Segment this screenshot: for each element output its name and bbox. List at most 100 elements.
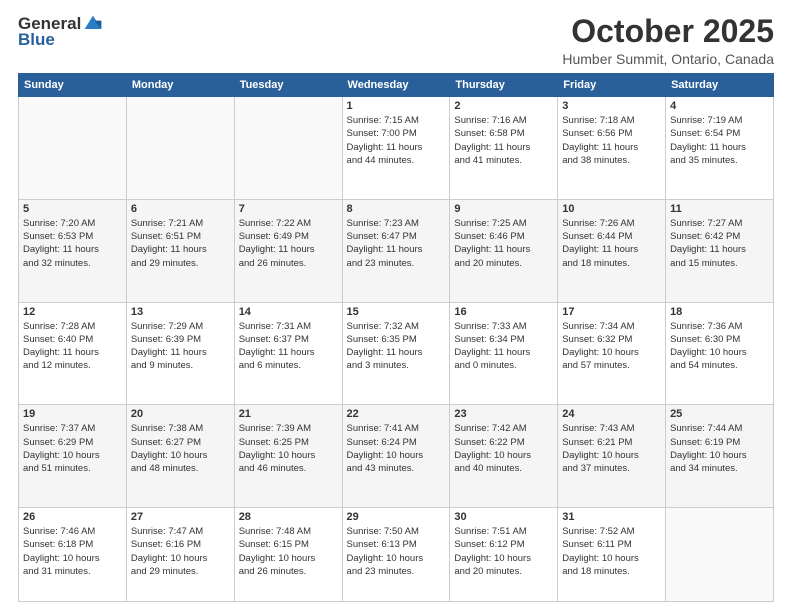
day-info: Sunrise: 7:21 AM Sunset: 6:51 PM Dayligh… — [131, 217, 230, 270]
day-info: Sunrise: 7:27 AM Sunset: 6:42 PM Dayligh… — [670, 217, 769, 270]
day-number: 22 — [347, 408, 446, 420]
day-number: 13 — [131, 306, 230, 318]
logo-icon — [83, 14, 103, 34]
day-info: Sunrise: 7:44 AM Sunset: 6:19 PM Dayligh… — [670, 422, 769, 475]
table-row: 2 Sunrise: 7:16 AM Sunset: 6:58 PM Daylig… — [450, 97, 558, 200]
day-number: 31 — [562, 511, 661, 523]
col-friday: Friday — [558, 74, 666, 97]
day-info: Sunrise: 7:15 AM Sunset: 7:00 PM Dayligh… — [347, 114, 446, 167]
day-info: Sunrise: 7:25 AM Sunset: 6:46 PM Dayligh… — [454, 217, 553, 270]
day-info: Sunrise: 7:18 AM Sunset: 6:56 PM Dayligh… — [562, 114, 661, 167]
table-row: 16 Sunrise: 7:33 AM Sunset: 6:34 PM Dayli… — [450, 302, 558, 405]
day-number: 20 — [131, 408, 230, 420]
day-number: 1 — [347, 100, 446, 112]
day-number: 9 — [454, 203, 553, 215]
day-number: 19 — [23, 408, 122, 420]
table-row: 28 Sunrise: 7:48 AM Sunset: 6:15 PM Dayli… — [234, 508, 342, 602]
day-info: Sunrise: 7:20 AM Sunset: 6:53 PM Dayligh… — [23, 217, 122, 270]
col-monday: Monday — [126, 74, 234, 97]
day-info: Sunrise: 7:50 AM Sunset: 6:13 PM Dayligh… — [347, 525, 446, 578]
day-info: Sunrise: 7:31 AM Sunset: 6:37 PM Dayligh… — [239, 320, 338, 373]
table-row: 11 Sunrise: 7:27 AM Sunset: 6:42 PM Dayli… — [666, 199, 774, 302]
col-saturday: Saturday — [666, 74, 774, 97]
day-info: Sunrise: 7:16 AM Sunset: 6:58 PM Dayligh… — [454, 114, 553, 167]
table-row: 3 Sunrise: 7:18 AM Sunset: 6:56 PM Daylig… — [558, 97, 666, 200]
table-row: 1 Sunrise: 7:15 AM Sunset: 7:00 PM Daylig… — [342, 97, 450, 200]
table-row: 10Sunrise: 7:26 AM Sunset: 6:44 PM Dayli… — [558, 199, 666, 302]
table-row: 17 Sunrise: 7:34 AM Sunset: 6:32 PM Dayli… — [558, 302, 666, 405]
day-number: 28 — [239, 511, 338, 523]
day-number: 6 — [131, 203, 230, 215]
calendar-header-row: Sunday Monday Tuesday Wednesday Thursday… — [19, 74, 774, 97]
col-wednesday: Wednesday — [342, 74, 450, 97]
table-row: 29 Sunrise: 7:50 AM Sunset: 6:13 PM Dayli… — [342, 508, 450, 602]
day-info: Sunrise: 7:52 AM Sunset: 6:11 PM Dayligh… — [562, 525, 661, 578]
logo-blue-text: Blue — [18, 30, 55, 50]
table-row: 9 Sunrise: 7:25 AM Sunset: 6:46 PM Daylig… — [450, 199, 558, 302]
day-info: Sunrise: 7:23 AM Sunset: 6:47 PM Dayligh… — [347, 217, 446, 270]
day-number: 23 — [454, 408, 553, 420]
day-number: 18 — [670, 306, 769, 318]
day-number: 30 — [454, 511, 553, 523]
col-tuesday: Tuesday — [234, 74, 342, 97]
table-row: 8Sunrise: 7:23 AM Sunset: 6:47 PM Daylig… — [342, 199, 450, 302]
day-info: Sunrise: 7:29 AM Sunset: 6:39 PM Dayligh… — [131, 320, 230, 373]
table-row — [19, 97, 127, 200]
day-info: Sunrise: 7:37 AM Sunset: 6:29 PM Dayligh… — [23, 422, 122, 475]
day-number: 17 — [562, 306, 661, 318]
day-number: 27 — [131, 511, 230, 523]
day-number: 25 — [670, 408, 769, 420]
day-info: Sunrise: 7:33 AM Sunset: 6:34 PM Dayligh… — [454, 320, 553, 373]
day-info: Sunrise: 7:19 AM Sunset: 6:54 PM Dayligh… — [670, 114, 769, 167]
day-number: 26 — [23, 511, 122, 523]
day-number: 16 — [454, 306, 553, 318]
day-number: 12 — [23, 306, 122, 318]
col-sunday: Sunday — [19, 74, 127, 97]
table-row: 5 Sunrise: 7:20 AM Sunset: 6:53 PM Daylig… — [19, 199, 127, 302]
table-row: 12 Sunrise: 7:28 AM Sunset: 6:40 PM Dayli… — [19, 302, 127, 405]
day-number: 4 — [670, 100, 769, 112]
table-row: 4 Sunrise: 7:19 AM Sunset: 6:54 PM Daylig… — [666, 97, 774, 200]
table-row: 24 Sunrise: 7:43 AM Sunset: 6:21 PM Dayli… — [558, 405, 666, 508]
day-number: 2 — [454, 100, 553, 112]
day-info: Sunrise: 7:34 AM Sunset: 6:32 PM Dayligh… — [562, 320, 661, 373]
table-row: 25 Sunrise: 7:44 AM Sunset: 6:19 PM Dayli… — [666, 405, 774, 508]
table-row: 22 Sunrise: 7:41 AM Sunset: 6:24 PM Dayli… — [342, 405, 450, 508]
day-number: 24 — [562, 408, 661, 420]
day-info: Sunrise: 7:32 AM Sunset: 6:35 PM Dayligh… — [347, 320, 446, 373]
col-thursday: Thursday — [450, 74, 558, 97]
day-number: 14 — [239, 306, 338, 318]
header: General Blue October 2025 Humber Summit,… — [18, 14, 774, 67]
day-info: Sunrise: 7:46 AM Sunset: 6:18 PM Dayligh… — [23, 525, 122, 578]
table-row: 6 Sunrise: 7:21 AM Sunset: 6:51 PM Daylig… — [126, 199, 234, 302]
day-info: Sunrise: 7:28 AM Sunset: 6:40 PM Dayligh… — [23, 320, 122, 373]
day-number: 29 — [347, 511, 446, 523]
month-title: October 2025 — [562, 14, 774, 49]
table-row: 27 Sunrise: 7:47 AM Sunset: 6:16 PM Dayli… — [126, 508, 234, 602]
table-row: 20 Sunrise: 7:38 AM Sunset: 6:27 PM Dayli… — [126, 405, 234, 508]
table-row: 13 Sunrise: 7:29 AM Sunset: 6:39 PM Dayli… — [126, 302, 234, 405]
day-info: Sunrise: 7:41 AM Sunset: 6:24 PM Dayligh… — [347, 422, 446, 475]
day-info: Sunrise: 7:42 AM Sunset: 6:22 PM Dayligh… — [454, 422, 553, 475]
calendar-table: Sunday Monday Tuesday Wednesday Thursday… — [18, 73, 774, 602]
table-row: 14 Sunrise: 7:31 AM Sunset: 6:37 PM Dayli… — [234, 302, 342, 405]
day-info: Sunrise: 7:22 AM Sunset: 6:49 PM Dayligh… — [239, 217, 338, 270]
table-row: 15Sunrise: 7:32 AM Sunset: 6:35 PM Dayli… — [342, 302, 450, 405]
day-number: 21 — [239, 408, 338, 420]
day-number: 3 — [562, 100, 661, 112]
day-info: Sunrise: 7:47 AM Sunset: 6:16 PM Dayligh… — [131, 525, 230, 578]
day-info: Sunrise: 7:48 AM Sunset: 6:15 PM Dayligh… — [239, 525, 338, 578]
table-row: 31 Sunrise: 7:52 AM Sunset: 6:11 PM Dayli… — [558, 508, 666, 602]
day-number: 7 — [239, 203, 338, 215]
day-number: 11 — [670, 203, 769, 215]
table-row — [126, 97, 234, 200]
day-info: Sunrise: 7:38 AM Sunset: 6:27 PM Dayligh… — [131, 422, 230, 475]
day-info: Sunrise: 7:36 AM Sunset: 6:30 PM Dayligh… — [670, 320, 769, 373]
day-number: 5 — [23, 203, 122, 215]
day-info: Sunrise: 7:51 AM Sunset: 6:12 PM Dayligh… — [454, 525, 553, 578]
table-row — [666, 508, 774, 602]
day-number: 10 — [562, 203, 661, 215]
table-row: 26 Sunrise: 7:46 AM Sunset: 6:18 PM Dayli… — [19, 508, 127, 602]
day-info: Sunrise: 7:43 AM Sunset: 6:21 PM Dayligh… — [562, 422, 661, 475]
table-row: 18 Sunrise: 7:36 AM Sunset: 6:30 PM Dayli… — [666, 302, 774, 405]
